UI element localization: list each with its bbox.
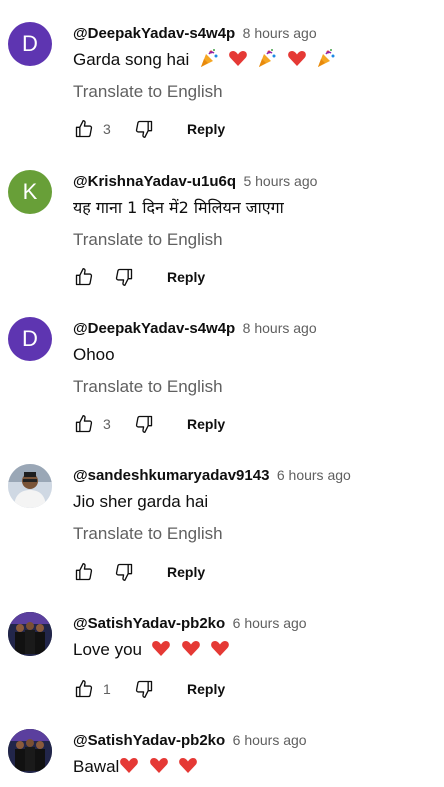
heart-icon xyxy=(149,755,169,782)
avatar[interactable] xyxy=(8,464,52,508)
reply-button[interactable]: Reply xyxy=(187,416,225,432)
comment-header: @sandeshkumaryadav9143 6 hours ago xyxy=(73,464,351,486)
avatar[interactable]: D xyxy=(8,22,52,66)
avatar[interactable]: K xyxy=(8,170,52,214)
comment-text: Garda song hai xyxy=(73,48,336,75)
dislike-icon[interactable] xyxy=(133,413,155,435)
comment-text: यह गाना 1 दिन में2 मिलियन जाएगा xyxy=(73,196,284,220)
like-icon[interactable] xyxy=(73,266,95,288)
reply-button[interactable]: Reply xyxy=(167,269,205,285)
comment-time[interactable]: 6 hours ago xyxy=(277,467,351,483)
translate-link[interactable]: Translate to English xyxy=(73,80,223,104)
party-popper-icon xyxy=(316,48,336,75)
heart-icon xyxy=(151,638,171,665)
heart-icon xyxy=(181,638,201,665)
comment-actions: Reply xyxy=(73,560,205,584)
heart-icon xyxy=(287,48,307,75)
comment-text: Jio sher garda hai xyxy=(73,490,208,514)
avatar-photo xyxy=(8,729,52,773)
translate-link[interactable]: Translate to English xyxy=(73,522,223,546)
party-popper-icon xyxy=(257,48,277,75)
author-handle[interactable]: @sandeshkumaryadav9143 xyxy=(73,467,269,484)
dislike-icon[interactable] xyxy=(113,561,135,583)
comment-body: Love you xyxy=(73,640,142,659)
dislike-icon[interactable] xyxy=(133,118,155,140)
comment-time[interactable]: 6 hours ago xyxy=(233,615,307,631)
comment-body: Garda song hai xyxy=(73,50,190,69)
comment-text: Ohoo xyxy=(73,343,115,367)
avatar-letter: D xyxy=(22,326,38,351)
avatar[interactable] xyxy=(8,612,52,656)
like-count: 1 xyxy=(103,681,111,697)
comment-header: @DeepakYadav-s4w4p 8 hours ago xyxy=(73,317,317,339)
author-handle[interactable]: @DeepakYadav-s4w4p xyxy=(73,320,235,337)
author-handle[interactable]: @DeepakYadav-s4w4p xyxy=(73,25,235,42)
like-icon[interactable] xyxy=(73,561,95,583)
heart-icon xyxy=(210,638,230,665)
comment-header: @DeepakYadav-s4w4p 8 hours ago xyxy=(73,22,317,44)
party-popper-icon xyxy=(199,48,219,75)
comment-actions: 3 Reply xyxy=(73,412,225,436)
comment-actions: 3 Reply xyxy=(73,117,225,141)
avatar-letter: K xyxy=(22,179,38,204)
reply-button[interactable]: Reply xyxy=(187,681,225,697)
translate-link[interactable]: Translate to English xyxy=(73,228,223,252)
reply-button[interactable]: Reply xyxy=(187,121,225,137)
heart-icon xyxy=(119,755,139,782)
translate-link[interactable]: Translate to English xyxy=(73,375,223,399)
avatar-letter: D xyxy=(22,31,38,56)
comment-body: यह गाना 1 दिन में2 मिलियन जाएगा xyxy=(73,198,284,217)
comment-header: @KrishnaYadav-u1u6q 5 hours ago xyxy=(73,170,317,192)
comment-body: Jio sher garda hai xyxy=(73,492,209,511)
author-handle[interactable]: @SatishYadav-pb2ko xyxy=(73,615,225,632)
like-count: 3 xyxy=(103,416,111,432)
comment-time[interactable]: 5 hours ago xyxy=(243,173,317,189)
like-icon[interactable] xyxy=(73,118,95,140)
comment-body: Bawal xyxy=(73,757,120,776)
comment-actions: Reply xyxy=(73,265,205,289)
avatar-photo xyxy=(8,612,52,656)
reply-button[interactable]: Reply xyxy=(167,564,205,580)
heart-icon xyxy=(178,755,198,782)
comment-header: @SatishYadav-pb2ko 6 hours ago xyxy=(73,612,307,634)
like-icon[interactable] xyxy=(73,678,95,700)
comment-body: Ohoo xyxy=(73,345,115,364)
dislike-icon[interactable] xyxy=(133,678,155,700)
like-count: 3 xyxy=(103,121,111,137)
like-icon[interactable] xyxy=(73,413,95,435)
heart-icon xyxy=(228,48,248,75)
avatar[interactable] xyxy=(8,729,52,773)
dislike-icon[interactable] xyxy=(113,266,135,288)
comment-text: Love you xyxy=(73,638,230,665)
comment-time[interactable]: 8 hours ago xyxy=(243,25,317,41)
author-handle[interactable]: @KrishnaYadav-u1u6q xyxy=(73,173,236,190)
comment-time[interactable]: 6 hours ago xyxy=(233,732,307,748)
author-handle[interactable]: @SatishYadav-pb2ko xyxy=(73,732,225,749)
comment-time[interactable]: 8 hours ago xyxy=(243,320,317,336)
comment-header: @SatishYadav-pb2ko 6 hours ago xyxy=(73,729,307,751)
avatar-photo xyxy=(8,464,52,508)
comment-text: Bawal xyxy=(73,755,198,782)
comment-actions: 1 Reply xyxy=(73,677,225,701)
avatar[interactable]: D xyxy=(8,317,52,361)
